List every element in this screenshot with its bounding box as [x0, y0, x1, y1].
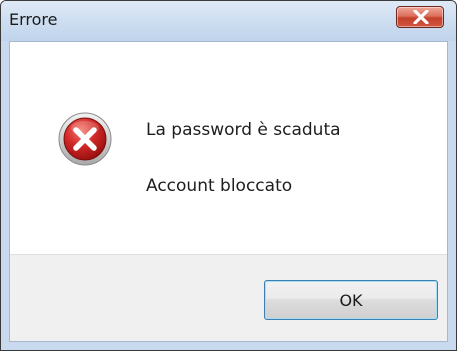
message-line-account-locked: Account bloccato	[146, 176, 293, 196]
close-x-icon	[413, 10, 429, 24]
ok-button[interactable]: OK	[264, 280, 438, 320]
error-icon	[58, 112, 112, 166]
error-dialog-window: Errore La password è scaduta Account blo…	[0, 0, 457, 351]
window-title: Errore	[9, 10, 58, 29]
button-bar: OK	[10, 254, 447, 341]
dialog-content: La password è scaduta Account bloccato O…	[9, 41, 448, 342]
message-area: La password è scaduta Account bloccato	[10, 42, 447, 254]
message-line-password-expired: La password è scaduta	[146, 120, 341, 140]
title-bar[interactable]: Errore	[1, 1, 456, 41]
close-button[interactable]	[396, 6, 444, 28]
